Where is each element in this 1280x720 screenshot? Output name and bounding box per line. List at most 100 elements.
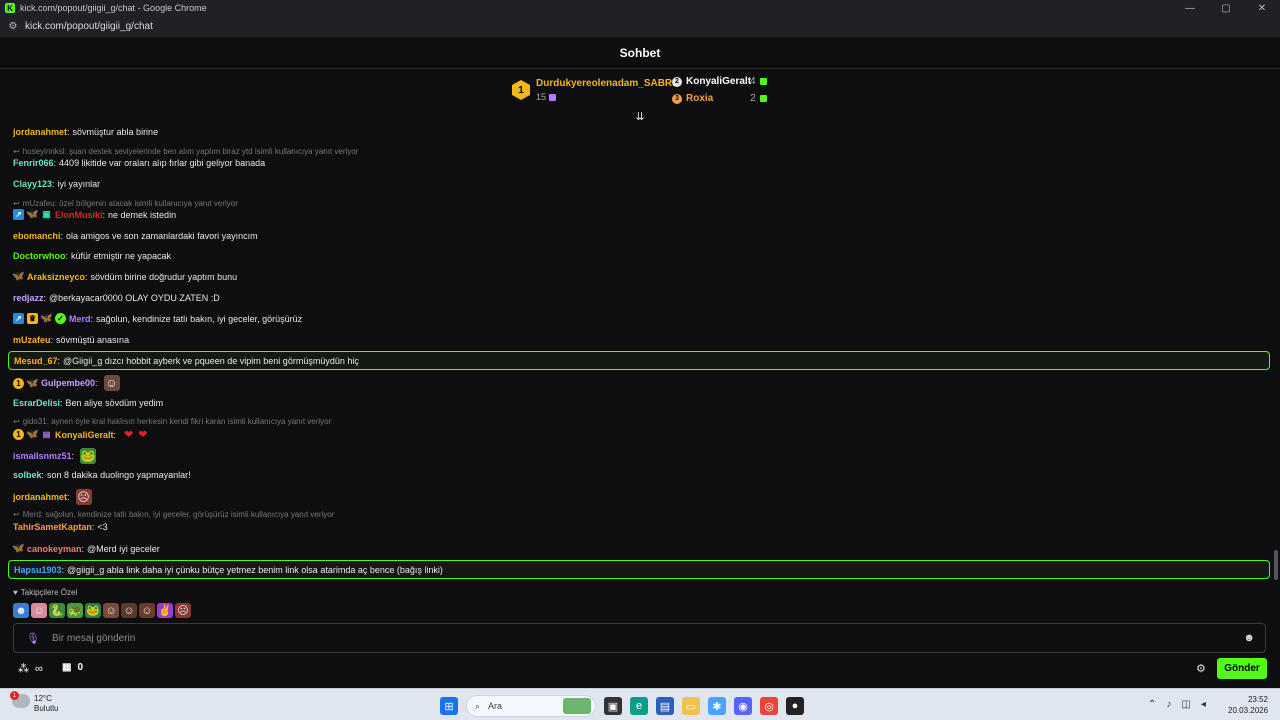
message-username[interactable]: jordanahmet [13,492,67,502]
reply-context[interactable]: ↩ mUzafeu: özel bölgenin atacak isimli ku… [13,199,238,208]
maximize-button[interactable]: ▢ [1208,0,1244,16]
taskbar-clock[interactable]: 23:52 20.03.2026 [1228,694,1268,716]
leaderboard-third[interactable]: 3 Roxia 2 [672,93,767,104]
weather-temp: 12°C [34,694,52,703]
steam-icon[interactable]: ● [786,697,804,715]
leaderboard-first[interactable]: 1 Durdukyereolenadam_SABRI 15 [512,78,675,102]
heart-emote-icon[interactable]: ❤ [138,428,147,441]
emote-9-icon[interactable]: ✌ [157,603,173,618]
chat-message: ebomanchi: ola amigos ve son zamanlardak… [13,231,258,241]
gift-icon [760,78,767,85]
message-username[interactable]: ElonMusiki [55,210,103,220]
frog-emote-icon[interactable]: 🐸 [80,448,97,464]
message-username[interactable]: canokeyman [27,544,82,554]
message-text: ola amigos ve son zamanlardaki favori ya… [66,231,258,241]
message-input[interactable] [51,632,1202,644]
mic-tray-icon[interactable]: ♪ [1166,699,1171,710]
weather-badge: 1 [10,691,19,700]
send-button[interactable]: Gönder [1217,658,1267,679]
message-username[interactable]: Doctorwhoo [13,251,66,261]
heart-emote-icon[interactable]: ❤ [124,428,133,441]
emote-6-icon[interactable]: ☺ [103,603,119,618]
chat-scrollbar[interactable] [1274,550,1278,580]
angry-emote-icon[interactable]: ☹ [75,489,92,505]
emoji-picker-icon[interactable]: ☻ [1243,632,1255,644]
reply-context[interactable]: ↩ huseyinnksl: şuan destek seviyelerinde … [13,147,358,156]
microphone-icon[interactable]: 🎙 [26,632,40,645]
close-button[interactable]: ✕ [1244,0,1280,16]
edge-icon[interactable]: e [630,697,648,715]
message-text: @Merd iyi geceler [87,543,160,554]
message-username[interactable]: solbek [13,470,42,480]
chat-messages[interactable]: jordanahmet: sövmüştur abla birine ↩ huse… [0,122,1280,582]
chevron-up-icon[interactable]: ⌃ [1148,699,1156,710]
leaderboard-second[interactable]: 2 KonyaliGeralt 4 [672,76,767,87]
volume-icon[interactable]: ◂ [1201,699,1206,710]
emote-1-icon[interactable]: ☻ [13,603,29,618]
store-indicator[interactable]: ▦ 0 [62,662,83,673]
emote-5-icon[interactable]: 🐸 [85,603,101,618]
store-app-icon[interactable]: ▤ [656,697,674,715]
gift-icon [760,95,767,102]
message-username[interactable]: mUzafeu [13,335,51,345]
reply-context[interactable]: ↩ Merd: sağolun, kendinize tatlı bakın, i… [13,510,334,519]
weather-widget[interactable]: 1 12°C Bulutlu [10,691,59,714]
chat-message: 🦋 Araksizneyco: sövdüm birine doğrudur y… [12,271,238,282]
message-username[interactable]: Merd [69,314,91,324]
message-text: @giigii_g abla link daha iyi çünku bütçe… [67,565,443,575]
message-username[interactable]: EsrarDelisi [13,398,60,408]
verified-badge-icon: ✓ [55,313,66,324]
gift-badge-icon: ▤ [42,430,51,439]
points-indicator[interactable]: ⁂ ∞ [18,662,43,676]
site-info-icon[interactable]: ⚙ [7,21,19,33]
chat-message: 1 🦋 ▤ KonyaliGeralt: ❤ ❤ [13,428,147,441]
chat-message: 1 🦋 Gulpembe00: ☺ [13,375,120,391]
message-username[interactable]: Mesud_67 [14,356,58,366]
rank-two-icon: 2 [672,76,682,87]
windows-start-icon[interactable]: ⊞ [440,697,458,715]
emote-10-icon[interactable]: ☹ [175,603,191,618]
emote-4-icon[interactable]: 🐢 [67,603,83,618]
message-username[interactable]: Clayy123 [13,179,52,189]
window-controls: — ▢ ✕ [1172,0,1280,16]
settings-gear-icon[interactable]: ⚙ [1196,662,1206,675]
discord-icon[interactable]: ◉ [734,697,752,715]
butterfly-badge-icon: 🦋 [26,429,39,440]
chat-message: Doctorwhoo: küfür etmiştir ne yapacak [13,251,172,261]
emote-2-icon[interactable]: ☺ [31,603,47,618]
message-username[interactable]: jordanahmet [13,127,67,137]
network-icon[interactable]: ◫ [1181,699,1190,710]
task-view-icon[interactable]: ▣ [604,697,622,715]
collapse-leaderboard-icon[interactable]: ⇊ [634,112,646,123]
network-app-icon[interactable]: ✱ [708,697,726,715]
chrome-icon[interactable]: ◎ [760,697,778,715]
minimize-button[interactable]: — [1172,0,1208,16]
gifter-badge-icon: 1 [13,377,24,389]
message-username[interactable]: Gulpembe00 [41,378,95,388]
message-username[interactable]: Araksizneyco [27,272,85,282]
message-username[interactable]: TahirSametKaptan [13,522,92,532]
chat-message: ↗ ♛ 🦋 ✓ Merd: sağolun, kendinize tatlı b… [13,313,302,324]
emote-7-icon[interactable]: ☺ [121,603,137,618]
message-username[interactable]: redjazz [13,293,44,303]
message-username[interactable]: Hapsu1903 [14,565,62,575]
message-text: @Giigii_g dızcı hobbit ayberk ve pqueen … [63,356,359,366]
url-text[interactable]: kick.com/popout/giigii_g/chat [25,21,153,32]
gift-icon [549,93,557,101]
chat-header: Sohbet [0,38,1280,69]
emote-3-icon[interactable]: 🐍 [49,603,65,618]
message-username[interactable]: KonyaliGeralt [55,430,114,440]
message-text: küfür etmiştir ne yapacak [71,251,172,261]
message-username[interactable]: ismailsnmz51 [13,451,72,461]
taskbar-search[interactable]: ⌕ Ara [466,695,596,717]
reply-context[interactable]: ↩ gido31: aynen öyle kral haklısın herkes… [13,417,331,426]
butterfly-badge-icon: 🦋 [26,209,39,220]
face-emote-icon[interactable]: ☺ [103,375,120,391]
message-username[interactable]: Fenrir066 [13,158,54,168]
gift-leaderboard: 1 Durdukyereolenadam_SABRI 15 2 KonyaliG… [0,70,1280,116]
emote-8-icon[interactable]: ☺ [139,603,155,618]
store-count: 0 [77,662,84,673]
weather-desc: Bulutlu [34,704,59,713]
message-username[interactable]: ebomanchi [13,231,61,241]
file-explorer-icon[interactable]: ▭ [682,697,700,715]
